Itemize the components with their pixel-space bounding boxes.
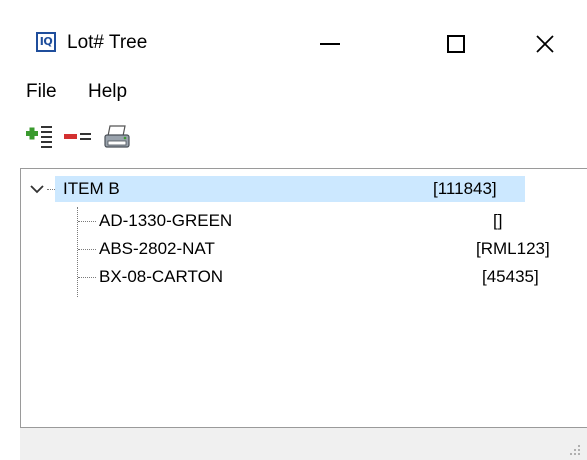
tree-node-label: AD-1330-GREEN — [99, 211, 233, 230]
tree-node-label: ITEM B — [63, 179, 120, 198]
tree-node-child[interactable]: BX-08-CARTON [45435] — [21, 265, 581, 289]
minimize-button[interactable] — [304, 22, 356, 66]
tree-node-label: BX-08-CARTON — [99, 267, 224, 286]
lot-tree-window: IQ Lot# Tree File Help ITEM B [111843] A… — [0, 0, 587, 460]
tree-connector — [47, 189, 55, 190]
status-bar — [20, 428, 587, 460]
menu-bar: File Help — [20, 74, 580, 110]
lot-tree-view[interactable]: ITEM B [111843] AD-1330-GREEN [] ABS-280… — [20, 168, 587, 428]
tree-node-child[interactable]: ABS-2802-NAT [RML123] — [21, 237, 581, 261]
tree-node-root[interactable]: ITEM B [111843] — [55, 176, 525, 202]
minimize-icon — [320, 43, 340, 45]
window-title: Lot# Tree — [67, 32, 148, 53]
maximize-icon — [447, 35, 465, 53]
tree-node-value: [111843] — [433, 179, 497, 198]
close-button[interactable] — [519, 22, 571, 66]
remove-lot-button[interactable] — [62, 122, 96, 154]
tree-node-child[interactable]: AD-1330-GREEN [] — [21, 209, 581, 233]
menu-file[interactable]: File — [26, 81, 57, 103]
close-icon — [536, 35, 554, 53]
print-button[interactable] — [101, 122, 135, 154]
resize-grip-icon[interactable] — [569, 444, 581, 456]
tree-node-value: [RML123] — [476, 239, 550, 258]
printer-icon — [104, 125, 130, 148]
app-logo-icon: IQ — [36, 32, 56, 52]
tree-node-label: ABS-2802-NAT — [99, 239, 215, 258]
tree-node-value: [] — [493, 211, 503, 230]
add-lot-button[interactable] — [24, 122, 58, 154]
title-bar[interactable]: IQ Lot# Tree — [0, 0, 587, 70]
tree-node-value: [45435] — [482, 267, 539, 286]
toolbar — [20, 118, 580, 158]
chevron-down-icon[interactable] — [29, 181, 45, 197]
add-lot-icon — [26, 126, 52, 148]
menu-help[interactable]: Help — [88, 81, 127, 103]
maximize-button[interactable] — [430, 22, 482, 66]
remove-lot-icon — [64, 133, 91, 140]
